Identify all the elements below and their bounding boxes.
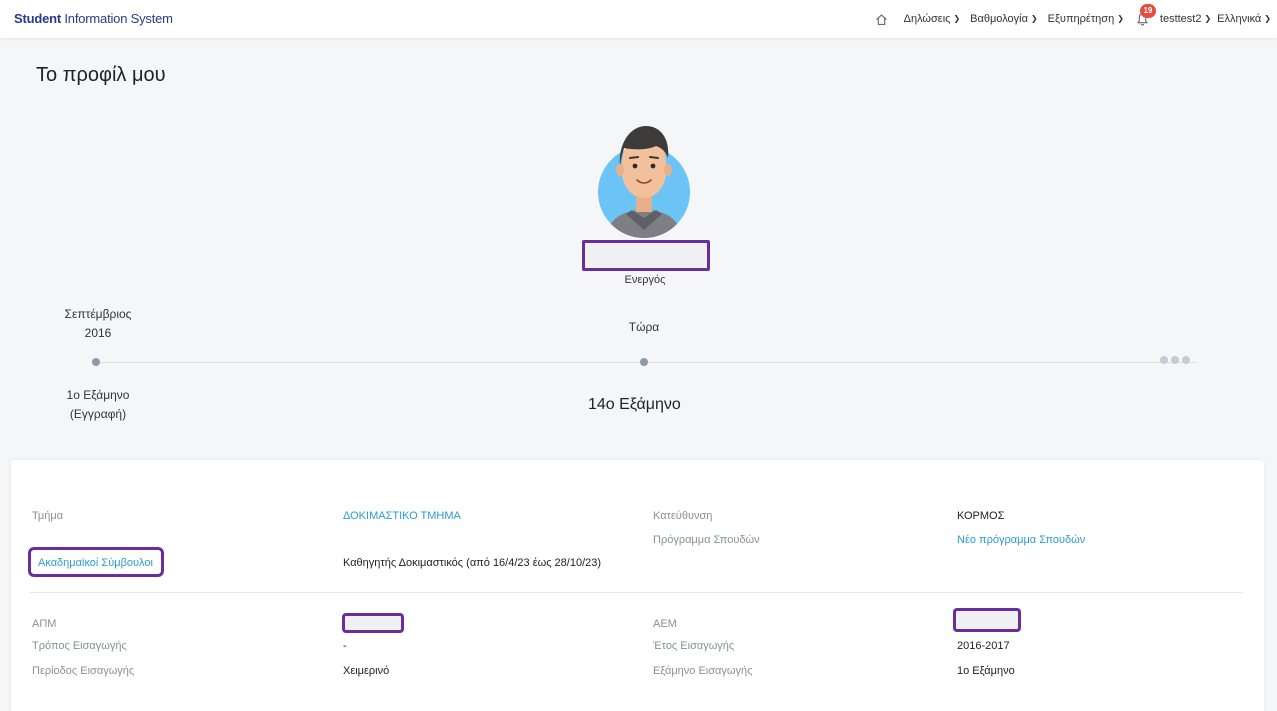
menu-services-label: Εξυπηρέτηση bbox=[1047, 13, 1115, 25]
timeline-start-month: Σεπτέμβριος bbox=[64, 307, 132, 321]
direction-value: ΚΟΡΜΟΣ bbox=[957, 510, 1005, 522]
top-navbar: Student Information System Δηλώσεις ❯ Βα… bbox=[0, 0, 1277, 38]
user-menu[interactable]: testtest2 ❯ bbox=[1160, 13, 1211, 25]
aem-label: ΑΕΜ bbox=[653, 618, 677, 630]
info-divider bbox=[30, 592, 1243, 593]
chevron-down-icon: ❯ bbox=[1030, 13, 1038, 23]
advisors-label[interactable]: Ακαδημαϊκοί Σύμβουλοι bbox=[38, 557, 153, 569]
student-name-redacted bbox=[582, 240, 710, 271]
timeline-start-note: (Εγγραφή) bbox=[69, 407, 127, 421]
user-name: testtest2 bbox=[1159, 13, 1202, 25]
menu-grades[interactable]: Βαθμολογία ❯ bbox=[970, 13, 1038, 25]
page-title: Το προφίλ μου bbox=[36, 64, 166, 86]
timeline-now-label: Τώρα bbox=[628, 320, 660, 334]
menu-declarations[interactable]: Δηλώσεις ❯ bbox=[904, 13, 961, 25]
direction-label: Κατεύθυνση bbox=[653, 510, 713, 522]
timeline-start-semester: 1ο Εξάμηνο (Εγγραφή) bbox=[38, 386, 158, 424]
menu-grades-label: Βαθμολογία bbox=[970, 13, 1028, 25]
user-avatar-icon bbox=[598, 126, 690, 238]
menu-declarations-label: Δηλώσεις bbox=[903, 13, 951, 25]
language-menu[interactable]: Ελληνικά ❯ bbox=[1217, 13, 1271, 25]
timeline-start-date: Σεπτέμβριος 2016 bbox=[48, 305, 148, 343]
entry-semester-label: Εξάμηνο Εισαγωγής bbox=[653, 665, 753, 677]
notifications-bell[interactable]: 19 bbox=[1136, 4, 1156, 27]
apm-label: ΑΠΜ bbox=[32, 618, 57, 630]
student-status: Ενεργός bbox=[624, 274, 666, 286]
chevron-down-icon: ❯ bbox=[1204, 13, 1212, 23]
brand-bold: Student bbox=[14, 11, 61, 26]
menu-services[interactable]: Εξυπηρέτηση ❯ bbox=[1048, 13, 1124, 25]
student-info-card bbox=[11, 460, 1264, 711]
nav-right: Δηλώσεις ❯ Βαθμολογία ❯ Εξυπηρέτηση ❯ 19… bbox=[875, 0, 1271, 38]
timeline-current-semester: 14ο Εξάμηνο bbox=[588, 396, 681, 413]
home-icon[interactable] bbox=[875, 13, 888, 26]
timeline-start-year: 2016 bbox=[84, 326, 112, 340]
language-label: Ελληνικά bbox=[1217, 13, 1262, 25]
department-link[interactable]: ΔΟΚΙΜΑΣΤΙΚΟ ΤΜΗΜΑ bbox=[343, 510, 461, 522]
advisors-value: Καθηγητής Δοκιμαστικός (από 16/4/23 έως … bbox=[343, 557, 602, 569]
apm-value-redacted bbox=[342, 613, 404, 633]
program-link[interactable]: Νέο πρόγραμμα Σπουδών bbox=[957, 534, 1085, 546]
timeline-more-icon bbox=[1160, 356, 1190, 364]
chevron-down-icon: ❯ bbox=[1264, 13, 1271, 23]
entry-period-value: Χειμερινό bbox=[343, 665, 390, 677]
notification-badge: 19 bbox=[1139, 4, 1156, 18]
timeline-dot-now bbox=[640, 358, 648, 366]
entry-method-value: - bbox=[343, 640, 347, 652]
timeline-start-semester-label: 1ο Εξάμηνο bbox=[66, 388, 130, 402]
chevron-down-icon: ❯ bbox=[1117, 13, 1124, 23]
program-label: Πρόγραμμα Σπουδών bbox=[653, 534, 760, 546]
entry-year-value: 2016-2017 bbox=[957, 640, 1010, 652]
entry-year-label: Έτος Εισαγωγής bbox=[653, 640, 735, 652]
chevron-down-icon: ❯ bbox=[953, 13, 961, 23]
department-label: Τμήμα bbox=[32, 510, 64, 522]
brand-rest: Information System bbox=[60, 11, 173, 26]
timeline-dot-start bbox=[92, 358, 100, 366]
aem-value-redacted bbox=[953, 608, 1021, 632]
brand-logo[interactable]: Student Information System bbox=[14, 11, 173, 26]
entry-semester-value: 1ο Εξάμηνο bbox=[957, 665, 1015, 677]
entry-period-label: Περίοδος Εισαγωγής bbox=[32, 665, 135, 677]
entry-method-label: Τρόπος Εισαγωγής bbox=[32, 640, 127, 652]
